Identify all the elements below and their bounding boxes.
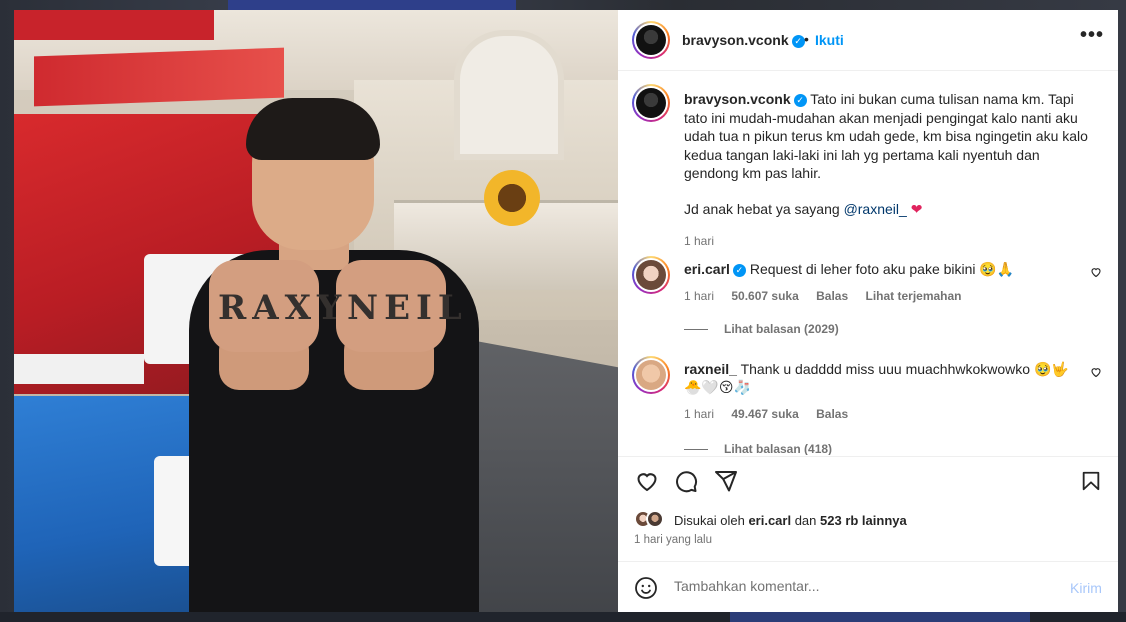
author-avatar[interactable] xyxy=(632,21,670,59)
view-replies-button[interactable]: Lihat balasan (418) xyxy=(684,442,832,455)
comment-body: Request di leher foto aku pake bikini 🥹🙏 xyxy=(749,261,1015,277)
replies-line xyxy=(684,449,708,451)
more-icon[interactable]: ••• xyxy=(1080,24,1104,47)
view-replies-button[interactable]: Lihat balasan (2029) xyxy=(684,322,839,336)
commenter-avatar[interactable] xyxy=(632,256,670,294)
caption-text: bravyson.vconk ✓ Tato ini bukan cuma tuli… xyxy=(684,90,1094,218)
caption-mention[interactable]: @raxneil_ xyxy=(844,201,907,217)
comment-body: Thank u dadddd miss uuu muachhwkokwowko … xyxy=(740,361,1069,377)
comments-scroll-area[interactable]: bravyson.vconk ✓ Tato ini bukan cuma tuli… xyxy=(618,72,1118,455)
view-replies-label: Lihat balasan (418) xyxy=(724,442,833,455)
posted-time: 1 hari yang lalu xyxy=(634,534,712,546)
comment-input[interactable] xyxy=(674,578,1034,594)
emoji-icon[interactable] xyxy=(634,576,658,605)
comment-likes[interactable]: 49.467 suka xyxy=(731,407,798,421)
comment-icon[interactable] xyxy=(674,469,698,498)
likes-user[interactable]: eri.carl xyxy=(748,513,791,528)
knuckle-tattoo-left: RAXY xyxy=(218,288,348,328)
share-icon[interactable] xyxy=(714,469,738,498)
likes-middle: dan xyxy=(791,513,821,528)
likes-others[interactable]: 523 rb lainnya xyxy=(820,513,907,528)
post-header: bravyson.vconk ✓ • Ikuti ••• xyxy=(618,10,1118,71)
photo-arch xyxy=(454,30,564,160)
comment-likes[interactable]: 50.607 suka xyxy=(731,289,798,303)
post-details-panel: bravyson.vconk ✓ • Ikuti ••• bravyson.vco… xyxy=(618,10,1118,612)
likes-prefix: Disukai oleh xyxy=(674,513,749,528)
commenter-avatar[interactable] xyxy=(632,356,670,394)
post-actions xyxy=(618,456,1118,504)
caption-body-2: Jd anak hebat ya sayang @raxneil_ ❤ xyxy=(684,200,1094,219)
poster-bar xyxy=(14,354,144,384)
caption-body-2-text: Jd anak hebat ya sayang xyxy=(684,200,844,217)
comment-text: raxneil_ Thank u dadddd miss uuu muachhw… xyxy=(684,360,1074,396)
backdrop-bottom-blue xyxy=(730,612,1030,622)
caption-username[interactable]: bravyson.vconk xyxy=(684,91,791,107)
photo-banner xyxy=(14,10,214,40)
reply-button[interactable]: Balas xyxy=(816,407,848,421)
verified-icon: ✓ xyxy=(791,34,805,48)
comment-username[interactable]: eri.carl xyxy=(684,261,730,277)
separator-dot: • xyxy=(804,31,809,47)
comment-body-line2: 🐣🤍😚🧦 xyxy=(684,379,751,395)
author-username[interactable]: bravyson.vconk ✓ xyxy=(682,32,805,48)
photo-banner-red xyxy=(34,47,284,107)
reply-button[interactable]: Balas xyxy=(816,289,848,303)
comment-username[interactable]: raxneil_ xyxy=(684,361,737,377)
heart-icon[interactable] xyxy=(634,469,660,498)
comment-like-heart-icon[interactable] xyxy=(1090,366,1102,381)
comment-like-heart-icon[interactable] xyxy=(1090,266,1102,281)
caption-time: 1 hari xyxy=(684,234,715,248)
heart-emoji: ❤ xyxy=(910,200,923,217)
comment-meta: 1 hari 50.607 suka Balas Lihat terjemaha… xyxy=(684,289,976,303)
comment-time: 1 hari xyxy=(684,407,715,421)
knuckle-tattoo-right: NEIL xyxy=(347,288,468,328)
comment-meta: 1 hari 49.467 suka Balas xyxy=(684,407,862,421)
photo-sunflower xyxy=(484,170,540,226)
liker-avatar xyxy=(646,510,664,528)
caption-avatar[interactable] xyxy=(632,84,670,122)
person-hair xyxy=(246,98,380,160)
comment-time: 1 hari xyxy=(684,289,715,303)
view-replies-label: Lihat balasan (2029) xyxy=(724,322,839,336)
replies-line xyxy=(684,329,708,331)
post-photo[interactable]: RAXY NEIL xyxy=(14,10,618,612)
comment-text: eri.carl ✓ Request di leher foto aku pake… xyxy=(684,260,1074,278)
add-comment-bar: Kirim xyxy=(618,561,1118,612)
author-username-text: bravyson.vconk xyxy=(682,32,789,48)
likes-summary[interactable]: Disukai oleh eri.carl dan 523 rb lainnya xyxy=(634,510,1104,532)
verified-icon: ✓ xyxy=(732,263,746,277)
translate-button[interactable]: Lihat terjemahan xyxy=(865,289,961,303)
verified-icon: ✓ xyxy=(793,93,807,107)
likes-text: Disukai oleh eri.carl dan 523 rb lainnya xyxy=(674,513,907,528)
post-comment-button[interactable]: Kirim xyxy=(1070,580,1102,596)
follow-button[interactable]: Ikuti xyxy=(815,32,844,48)
backdrop-strip xyxy=(228,0,516,10)
bookmark-icon[interactable] xyxy=(1080,469,1102,498)
